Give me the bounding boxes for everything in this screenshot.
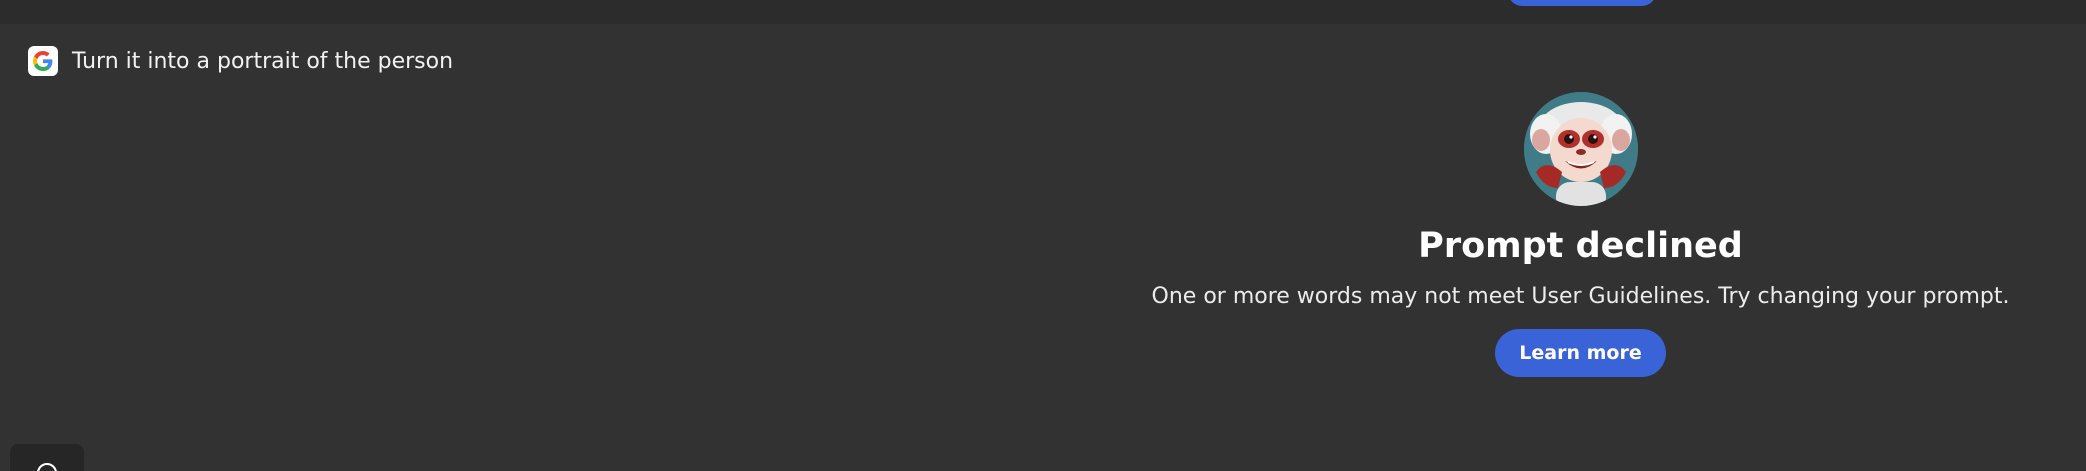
page: Turn it into a portrait of the person Pr… [0,0,2086,471]
monkey-mascot-icon [1523,92,1638,206]
learn-more-button[interactable]: Learn more [1495,329,1666,377]
prompt-text: Turn it into a portrait of the person [72,48,454,74]
google-g-icon [28,46,58,76]
previous-learn-more-button[interactable] [1508,0,1656,6]
prompt-declined-panel: Prompt declined One or more words may no… [1140,92,2021,377]
google-g-glyph [33,51,53,71]
prompt-row: Turn it into a portrait of the person [28,46,453,76]
help-icon [37,463,57,471]
declined-title: Prompt declined [1418,226,1743,266]
help-button[interactable] [10,444,84,471]
previous-result-strip [0,0,2086,24]
declined-message: One or more words may not meet User Guid… [1151,284,2010,309]
monkey-mascot-illustration [1523,92,1638,206]
